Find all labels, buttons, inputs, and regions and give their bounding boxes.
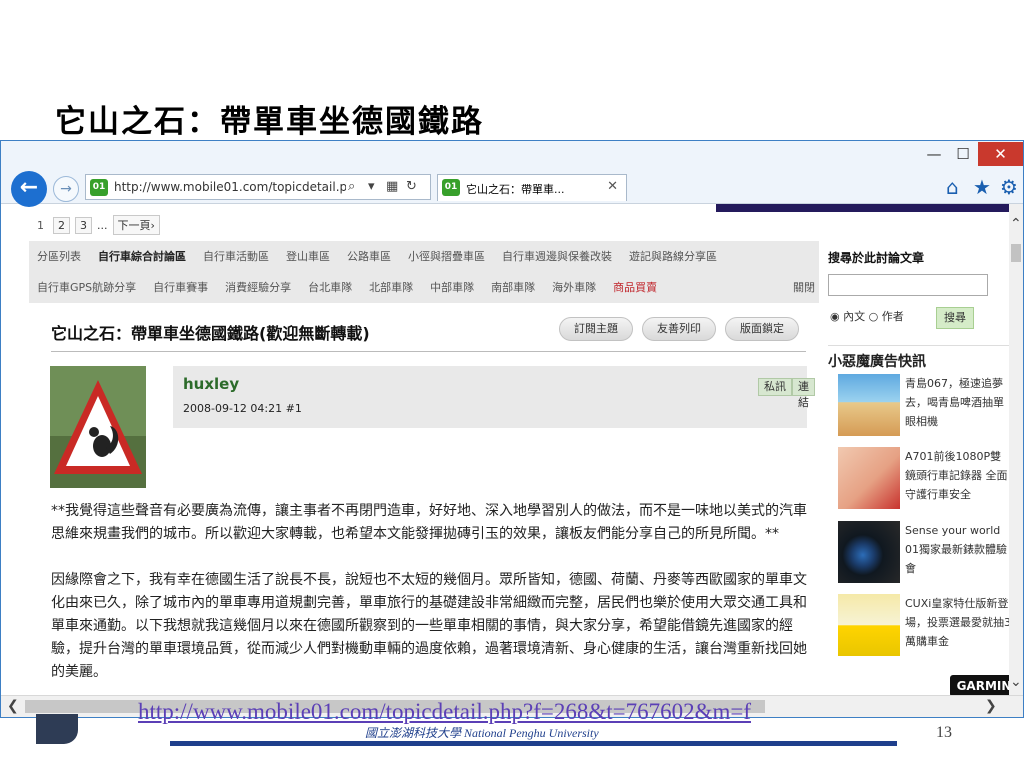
forum-menu-row-1: 分區列表 自行車綜合討論區 自行車活動區 登山車區 公路車區 小徑與摺疊車區 自…: [37, 248, 717, 264]
thread-title: 它山之石：帶單車坐德國鐵路(歡迎無斷轉載): [51, 324, 370, 343]
tab-close-icon[interactable]: ✕: [607, 179, 618, 194]
menu-item[interactable]: 中部車隊: [430, 279, 474, 295]
radio-content-label: 內文: [843, 310, 866, 323]
source-link[interactable]: http://www.mobile01.com/topicdetail.php?…: [138, 699, 751, 725]
post-date: 2008-09-12 04:21 #1: [183, 402, 302, 415]
avatar[interactable]: [50, 366, 146, 488]
post-paragraph: **我覺得這些聲音有必要廣為流傳，讓主事者不再閉門造車，好好地、深入地學習別人的…: [51, 503, 807, 542]
page-number: 13: [936, 724, 952, 741]
pagination: 1 2 3 ... 下一頁›: [33, 215, 160, 235]
next-page-link[interactable]: 下一頁›: [112, 215, 160, 235]
ad-text: CUXi皇家特仕版新登場，投票選最愛就抽3萬購車金: [905, 597, 1011, 648]
sidebar: 搜尋於此討論文章 ◉ 內文 ○ 作者 搜尋 小惡魔廣告快訊 青島067，極速追夢…: [828, 241, 1012, 656]
dashcam-ad-image: [838, 447, 900, 509]
ad-item[interactable]: CUXi皇家特仕版新登場，投票選最愛就抽3萬購車金: [838, 594, 1011, 658]
browser-toolbar: — ☐ ✕ ← → 01 http://www.mobile01.com/top…: [1, 141, 1023, 207]
site-favicon-icon: 01: [90, 179, 108, 196]
close-window-button[interactable]: ✕: [978, 142, 1023, 166]
scroll-left-icon[interactable]: ❮: [7, 698, 19, 714]
scroll-down-icon[interactable]: ⌄: [1010, 674, 1022, 690]
back-button[interactable]: ←: [11, 171, 47, 207]
radio-author-label: 作者: [881, 310, 904, 323]
search-button[interactable]: 搜尋: [936, 307, 974, 329]
forum-menu-row-2: 自行車GPS航跡分享 自行車賽事 消費經驗分享 台北車隊 北部車隊 中部車隊 南…: [37, 279, 657, 295]
minimize-button[interactable]: —: [921, 142, 947, 166]
ad-heading: 小惡魔廣告快訊: [828, 345, 1012, 371]
link-button[interactable]: 連結: [792, 378, 815, 409]
university-logo-icon: [36, 714, 78, 744]
tab-title: 它山之石：帶單車...: [466, 183, 565, 196]
menu-item[interactable]: 自行車週邊與保養改裝: [502, 248, 612, 264]
private-message-button[interactable]: 私訊: [758, 378, 792, 396]
scroll-right-icon[interactable]: ❯: [985, 698, 997, 714]
dropdown-icon[interactable]: ▾: [368, 179, 375, 194]
page-ellipsis: ...: [97, 218, 108, 232]
watch-ad-image: [838, 521, 900, 583]
maximize-button[interactable]: ☐: [950, 142, 976, 166]
search-input[interactable]: [828, 274, 988, 296]
search-options: ◉ 內文 ○ 作者: [830, 308, 904, 324]
print-button[interactable]: 友善列印: [642, 317, 716, 341]
scroll-up-icon[interactable]: ⌃: [1010, 216, 1022, 232]
radio-author-icon[interactable]: ○: [869, 310, 879, 323]
menu-item[interactable]: 自行車GPS航跡分享: [37, 279, 136, 295]
ad-text: A701前後1080P雙鏡頭行車記錄器 全面守護行車安全: [905, 450, 1008, 501]
menu-item[interactable]: 台北車隊: [308, 279, 352, 295]
browser-tab[interactable]: 01 它山之石：帶單車... ✕: [437, 174, 627, 201]
menu-item[interactable]: 小徑與摺疊車區: [408, 248, 485, 264]
author-name[interactable]: huxley: [183, 375, 239, 393]
home-icon[interactable]: ⌂: [946, 175, 959, 199]
squirrel-sign-icon: [50, 366, 146, 488]
university-name: 國立澎湖科技大學 National Penghu University: [365, 726, 599, 740]
menu-item[interactable]: 海外車隊: [552, 279, 596, 295]
menu-item[interactable]: 南部車隊: [491, 279, 535, 295]
menu-item[interactable]: 登山車區: [286, 248, 330, 264]
page-link-2[interactable]: 2: [53, 216, 70, 234]
post-header: huxley 2008-09-12 04:21 #1 私訊 連結: [173, 366, 815, 428]
menu-close-link[interactable]: 關閉: [793, 279, 815, 295]
vertical-scroll-thumb[interactable]: [1011, 244, 1021, 262]
page-link-3[interactable]: 3: [75, 216, 92, 234]
slide-title: 它山之石：帶單車坐德國鐵路: [55, 104, 484, 140]
radio-content-icon[interactable]: ◉: [830, 310, 840, 323]
ad-text: Sense your world 01獨家最新錶款體驗會: [905, 524, 1007, 575]
vertical-scrollbar[interactable]: ⌃ ⌄: [1009, 204, 1023, 696]
menu-item-marketplace[interactable]: 商品買賣: [613, 279, 657, 295]
menu-item[interactable]: 消費經驗分享: [225, 279, 291, 295]
page-link-1[interactable]: 1: [33, 217, 48, 233]
ad-item[interactable]: 青島067，極速追夢去，喝青島啤酒抽單眼相機: [838, 374, 1010, 438]
subscribe-button[interactable]: 訂閱主題: [559, 317, 633, 341]
post-body: **我覺得這些聲音有必要廣為流傳，讓主事者不再閉門造車，好好地、深入地學習別人的…: [51, 500, 809, 695]
web-page: 1 2 3 ... 下一頁› 分區列表 自行車綜合討論區 自行車活動區 登山車區…: [29, 205, 1013, 695]
compatibility-icon[interactable]: ▦: [386, 179, 398, 194]
forward-button[interactable]: →: [53, 176, 79, 202]
title-divider: [51, 351, 806, 352]
refresh-icon[interactable]: ↻: [406, 179, 417, 194]
lock-layout-button[interactable]: 版面鎖定: [725, 317, 799, 341]
menu-item[interactable]: 公路車區: [347, 248, 391, 264]
ad-text: 青島067，極速追夢去，喝青島啤酒抽單眼相機: [905, 377, 1004, 428]
menu-item[interactable]: 遊記與路線分享區: [629, 248, 717, 264]
url-text[interactable]: http://www.mobile01.com/topicdetail.p: [114, 180, 346, 194]
search-icon[interactable]: ⌕: [348, 179, 355, 194]
menu-item[interactable]: 北部車隊: [369, 279, 413, 295]
ad-item[interactable]: Sense your world 01獨家最新錶款體驗會: [838, 521, 1010, 585]
ad-item[interactable]: A701前後1080P雙鏡頭行車記錄器 全面守護行車安全: [838, 447, 1010, 511]
search-heading: 搜尋於此討論文章: [828, 251, 925, 265]
scooter-ad-image: [838, 594, 900, 656]
menu-item[interactable]: 分區列表: [37, 248, 81, 264]
menu-item[interactable]: 自行車活動區: [203, 248, 269, 264]
tab-favicon-icon: 01: [442, 179, 460, 196]
settings-gear-icon[interactable]: ⚙: [1000, 175, 1018, 199]
favorites-star-icon[interactable]: ★: [973, 175, 991, 199]
beer-ad-image: [838, 374, 900, 436]
garmin-ad-logo[interactable]: GARMIN: [950, 675, 1018, 697]
address-bar[interactable]: 01 http://www.mobile01.com/topicdetail.p…: [85, 174, 431, 200]
forum-menu: 分區列表 自行車綜合討論區 自行車活動區 登山車區 公路車區 小徑與摺疊車區 自…: [29, 241, 819, 303]
menu-item-active[interactable]: 自行車綜合討論區: [98, 248, 186, 264]
browser-window: — ☐ ✕ ← → 01 http://www.mobile01.com/top…: [0, 140, 1024, 718]
post-paragraph: 因緣際會之下，我有幸在德國生活了說長不長，說短也不太短的幾個月。眾所皆知，德國、…: [51, 572, 807, 680]
menu-item[interactable]: 自行車賽事: [153, 279, 208, 295]
footer-divider: [170, 741, 897, 746]
